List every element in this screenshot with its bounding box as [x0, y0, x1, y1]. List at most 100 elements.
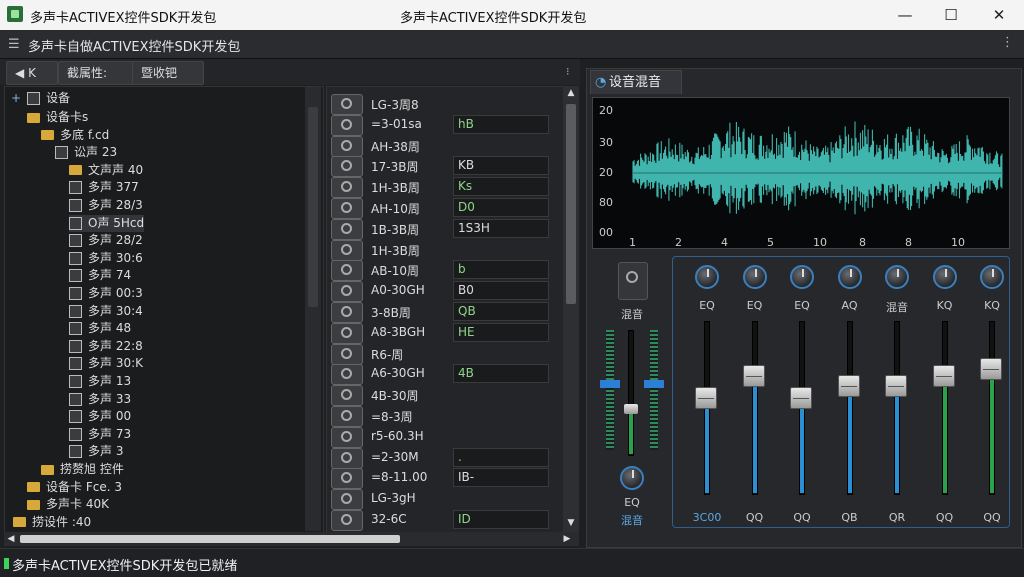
tree-item[interactable]: 多声 3 [69, 443, 123, 460]
tree-item[interactable]: O声 5Hcd [69, 214, 145, 232]
list-item-value[interactable]: HE [453, 322, 549, 342]
list-item-name: =2-30M [371, 449, 419, 464]
tree-item[interactable]: 多声 13 [69, 373, 131, 390]
scroll-down-icon[interactable]: ▼ [563, 516, 579, 530]
list-item-value[interactable]: ID [453, 510, 549, 529]
tree-item[interactable]: 捞赘旭 控件 [41, 461, 124, 478]
list-vscrollbar[interactable]: ▲ ▼ [563, 86, 579, 532]
list-item-name: 1H-3B周 [371, 181, 420, 196]
tree-item-label: 多声 30:6 [88, 250, 143, 265]
menu-bar: ☰ 多声卡自做ACTIVEX控件SDK开发包 ⋮ [0, 30, 1024, 59]
list-item-value[interactable]: 4B [453, 364, 549, 384]
tree-root[interactable]: + 设备 [11, 90, 70, 107]
tree-item[interactable]: 设备卡s [27, 109, 88, 126]
tree-item[interactable]: 文声声 40 [69, 162, 143, 179]
x-tick-label: 2 [675, 236, 682, 249]
expand-icon[interactable]: + [11, 91, 21, 105]
list-scroll-thumb[interactable] [566, 104, 576, 304]
channel-fader-fill [895, 386, 899, 493]
list-item-value[interactable]: . [453, 447, 549, 467]
tree-item[interactable]: 多声 377 [69, 179, 139, 196]
channel-fader-thumb[interactable] [790, 387, 812, 410]
app-logo-icon [7, 6, 23, 22]
list-item-value[interactable]: KB [453, 156, 549, 176]
channel-knob[interactable] [837, 265, 862, 289]
channel-knob[interactable] [980, 265, 1004, 289]
tree-item[interactable]: 多声 73 [69, 426, 131, 443]
master-left-marker[interactable] [600, 380, 620, 388]
tree-scroll-thumb[interactable] [308, 107, 318, 307]
list-item[interactable]: 32-6C ID [327, 507, 565, 531]
list-item-value[interactable]: Ks [453, 177, 549, 197]
tree-item[interactable]: 多声 33 [69, 391, 131, 408]
channel-top-label: EQ [746, 299, 763, 312]
mixer-tab-icon: ◔ [595, 75, 607, 90]
tree-item[interactable]: 捞设件 :40 [13, 514, 91, 531]
status-text: 多声卡ACTIVEX控件SDK开发包已就绪 [12, 559, 238, 574]
channel-bottom-label: QQ [983, 511, 1001, 524]
channel-knob[interactable] [742, 265, 767, 289]
list-item-value[interactable]: D0 [453, 198, 549, 217]
channel-fader-thumb[interactable] [695, 387, 717, 410]
channel-fader-thumb[interactable] [885, 375, 907, 398]
y-tick-label: 30 [599, 136, 613, 149]
close-button[interactable]: ✕ [976, 0, 1022, 30]
tree-item[interactable]: 多声 30:K [69, 355, 143, 372]
channel-fader-thumb[interactable] [742, 365, 765, 388]
horizontal-scrollbar[interactable]: ◀ ▶ [4, 532, 579, 546]
master-right-marker[interactable] [644, 380, 664, 388]
scroll-up-icon[interactable]: ▲ [563, 86, 579, 100]
tree-item[interactable]: 多声 30:6 [69, 250, 143, 267]
tree-item[interactable]: 多声 00 [69, 408, 131, 425]
channel-fader-thumb[interactable] [932, 365, 955, 388]
back-button[interactable]: ◀ K [6, 61, 58, 85]
list-item-value[interactable]: 1S3H [453, 218, 549, 238]
tree-item[interactable]: 多声卡 40K [27, 496, 109, 513]
device-icon [69, 251, 82, 265]
x-tick-label: 1 [629, 236, 636, 249]
scroll-right-icon[interactable]: ▶ [560, 532, 574, 546]
panel-pin-icon[interactable]: ⁝ [566, 65, 570, 78]
master-fader-thumb[interactable] [624, 404, 638, 414]
channel-top-label: EQ [794, 299, 810, 312]
channel-knob[interactable] [790, 265, 814, 289]
tree-item[interactable]: 多声 28/3 [69, 197, 143, 214]
tab-receive[interactable]: 暨收钯 [132, 61, 204, 85]
x-tick-label: 4 [721, 236, 728, 249]
tree-item[interactable]: 多声 48 [69, 320, 131, 337]
tab-attributes[interactable]: 截属性: [58, 61, 142, 85]
scroll-left-icon[interactable]: ◀ [4, 532, 18, 546]
tree-item-label: 多声 00:3 [88, 286, 143, 300]
tree-item[interactable]: 设备卡 Fce. 3 [27, 479, 122, 496]
minimize-button[interactable]: — [882, 0, 928, 30]
tree-item[interactable]: 多声 28/2 [69, 232, 143, 249]
folder-icon [41, 130, 54, 141]
list-item-value[interactable]: hB [453, 114, 549, 134]
list-item-name: 4B-30周 [371, 389, 419, 404]
menu-icon[interactable]: ☰ [8, 37, 20, 52]
maximize-button[interactable]: ☐ [928, 0, 974, 30]
channel-fader-thumb[interactable] [837, 375, 860, 398]
tree-item[interactable]: 多声 22:8 [69, 338, 143, 355]
channel-knob[interactable] [885, 265, 909, 289]
tree-item-label: 多声卡 40K [46, 497, 109, 512]
panel-menu-icon[interactable]: ⋮ [1001, 35, 1014, 50]
tree-item[interactable]: 多底 f.cd [41, 127, 109, 144]
tree-item[interactable]: 多声 74 [69, 267, 131, 284]
h-scroll-thumb[interactable] [20, 535, 400, 543]
channel-fader-fill [847, 386, 852, 493]
tree-item[interactable]: 多声 00:3 [69, 285, 143, 302]
tree-scrollbar[interactable] [305, 87, 321, 531]
list-item-value[interactable]: IB- [453, 468, 549, 488]
channel-knob[interactable] [695, 265, 719, 289]
tree-item[interactable]: 讼声 23 [55, 144, 117, 161]
list-item-value[interactable]: B0 [453, 281, 549, 301]
list-item-value[interactable]: b [453, 260, 549, 280]
tree-item[interactable]: 多声 30:4 [69, 303, 143, 320]
channel-fader-thumb[interactable] [980, 358, 1002, 381]
list-item-value[interactable]: QB [453, 302, 549, 321]
master-knob[interactable] [620, 466, 644, 490]
tab-mixer[interactable]: ◔ 设音混音 [590, 70, 682, 94]
channel-knob[interactable] [932, 265, 957, 289]
channel-strips: EQ 3C00 EQ QQ EQ QQ AQ QB 混音 QR KQ QQ KQ QQ [672, 256, 1010, 528]
